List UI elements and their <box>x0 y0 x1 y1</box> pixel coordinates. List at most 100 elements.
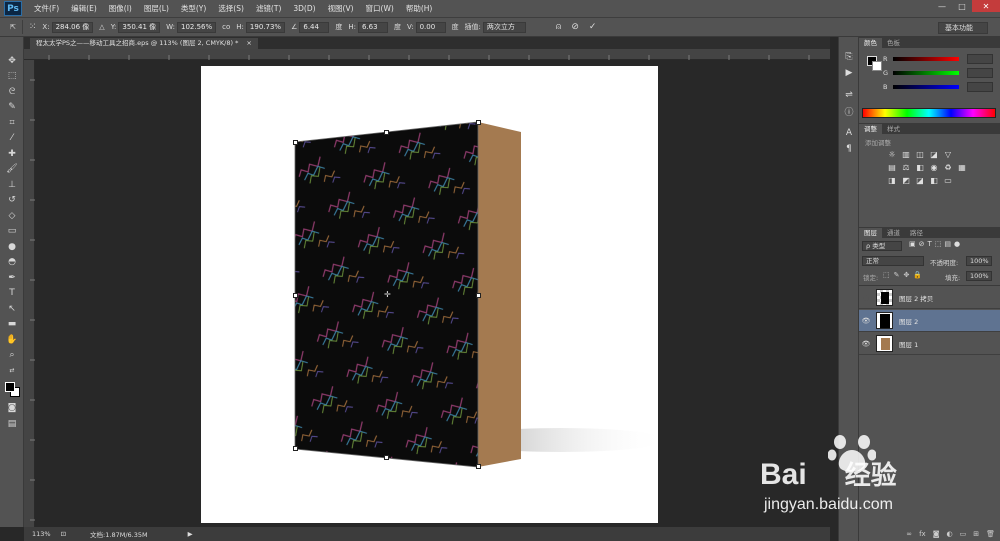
blue-value[interactable] <box>967 82 993 92</box>
transform-handle[interactable] <box>384 455 389 460</box>
red-slider-row[interactable]: R <box>859 52 1000 66</box>
link-label[interactable]: co <box>222 23 230 31</box>
red-value[interactable] <box>967 54 993 64</box>
brightness-icon[interactable]: ☼ <box>885 149 899 160</box>
relative-position-icon[interactable]: △ <box>99 23 104 31</box>
reference-point-icon[interactable]: ⁙ <box>29 22 37 32</box>
opacity-field[interactable]: 100% <box>966 256 992 266</box>
zoom-level[interactable]: 113% <box>32 530 51 538</box>
tab-adjustments[interactable]: 调整 <box>859 124 882 134</box>
color-lookup-icon[interactable]: ▦ <box>955 162 969 173</box>
foreground-color[interactable] <box>5 381 15 392</box>
menu-window[interactable]: 窗口(W) <box>360 3 400 14</box>
tab-styles[interactable]: 样式 <box>882 124 905 134</box>
x-field[interactable]: 284.06 像 <box>51 21 94 33</box>
green-slider[interactable] <box>893 71 959 75</box>
history-panel-icon[interactable]: ⎘ <box>839 49 859 65</box>
transform-handle[interactable] <box>476 464 481 469</box>
eye-icon[interactable]: 👁 <box>859 340 873 348</box>
height-field[interactable]: 190.73% <box>245 21 286 33</box>
red-slider[interactable] <box>893 57 959 61</box>
tab-paths[interactable]: 路径 <box>905 228 928 238</box>
levels-icon[interactable]: ▥ <box>899 149 913 160</box>
menu-select[interactable]: 选择(S) <box>212 3 250 14</box>
menu-image[interactable]: 图像(I) <box>103 3 138 14</box>
channel-mixer-icon[interactable]: ♻ <box>941 162 955 173</box>
status-menu-arrow-icon[interactable]: ▶ <box>188 530 193 538</box>
green-slider-row[interactable]: G <box>859 66 1000 80</box>
swap-colors-icon[interactable]: ⇄ <box>0 363 24 379</box>
quick-mask-icon[interactable]: ◙ <box>0 401 24 417</box>
menu-3d[interactable]: 3D(D) <box>287 4 321 13</box>
history-brush-tool-icon[interactable]: ↺ <box>0 193 24 209</box>
character-panel-icon[interactable]: A <box>839 125 859 141</box>
exposure-icon[interactable]: ◪ <box>927 149 941 160</box>
posterize-icon[interactable]: ◩ <box>899 175 913 186</box>
transform-handle[interactable] <box>384 130 389 135</box>
warp-mode-icon[interactable]: ⍝ <box>556 22 561 32</box>
actions-panel-icon[interactable]: ▶ <box>839 65 859 81</box>
type-tool-icon[interactable]: T <box>0 286 24 302</box>
tab-close-icon[interactable]: × <box>246 39 251 47</box>
info-panel-icon[interactable]: ⓘ <box>839 103 859 119</box>
link-layers-icon[interactable]: ∞ <box>906 530 912 538</box>
add-mask-icon[interactable]: ◙ <box>933 530 940 538</box>
layer-name[interactable]: 图层 2 <box>899 316 918 326</box>
layer-style-icon[interactable]: fx <box>919 530 926 538</box>
move-tool-icon[interactable]: ✥ <box>0 53 24 69</box>
blue-slider-row[interactable]: B <box>859 80 1000 94</box>
maximize-button[interactable]: □ <box>952 0 972 12</box>
layer-name[interactable]: 图层 1 <box>899 339 918 349</box>
properties-panel-icon[interactable]: ⇌ <box>839 87 859 103</box>
eye-icon[interactable]: 👁 <box>859 317 873 325</box>
transform-handle[interactable] <box>293 446 298 451</box>
dodge-tool-icon[interactable]: ◓ <box>0 255 24 271</box>
gradient-map-icon[interactable]: ▭ <box>941 175 955 186</box>
commit-transform-icon[interactable]: ✓ <box>589 22 597 32</box>
hand-tool-icon[interactable]: ✋ <box>0 332 24 348</box>
zoom-tool-icon[interactable]: ⌕ <box>0 348 24 364</box>
transform-handle[interactable] <box>293 293 298 298</box>
tab-color[interactable]: 颜色 <box>859 38 882 48</box>
black-white-icon[interactable]: ◧ <box>913 162 927 173</box>
gradient-tool-icon[interactable]: ▭ <box>0 224 24 240</box>
document-tab[interactable]: 程太太学PS之——移动工具之招商.eps @ 113% (图层 2, CMYK/… <box>30 38 258 49</box>
blur-tool-icon[interactable]: ● <box>0 239 24 255</box>
transform-handle[interactable] <box>476 293 481 298</box>
threshold-icon[interactable]: ◪ <box>913 175 927 186</box>
menu-layer[interactable]: 图层(L) <box>138 3 175 14</box>
blue-slider[interactable] <box>893 85 959 89</box>
eyedropper-tool-icon[interactable]: ⁄ <box>0 131 24 147</box>
transform-handle[interactable] <box>293 140 298 145</box>
paragraph-panel-icon[interactable]: ¶ <box>839 141 859 157</box>
menu-help[interactable]: 帮助(H) <box>400 3 439 14</box>
angle-field[interactable]: 6.44 <box>299 21 330 33</box>
hskew-field[interactable]: 6.63 <box>357 21 388 33</box>
quick-select-tool-icon[interactable]: ✎ <box>0 100 24 116</box>
layer-name[interactable]: 图层 2 拷贝 <box>899 293 933 303</box>
healing-tool-icon[interactable]: ✚ <box>0 146 24 162</box>
cancel-transform-icon[interactable]: ⊘ <box>571 22 579 32</box>
photo-filter-icon[interactable]: ◉ <box>927 162 941 173</box>
close-button[interactable]: ✕ <box>972 0 1000 12</box>
green-value[interactable] <box>967 68 993 78</box>
marquee-tool-icon[interactable]: ⬚ <box>0 69 24 85</box>
minimize-button[interactable]: — <box>932 0 952 12</box>
document-canvas[interactable]: ✛ <box>201 66 658 523</box>
spectrum-bar[interactable] <box>862 108 996 118</box>
stamp-tool-icon[interactable]: ⊥ <box>0 177 24 193</box>
width-field[interactable]: 102.56% <box>177 21 217 33</box>
shape-tool-icon[interactable]: ▬ <box>0 317 24 333</box>
vskew-field[interactable]: 0.00 <box>415 21 446 33</box>
menu-filter[interactable]: 滤镜(T) <box>250 3 287 14</box>
layer-row[interactable]: 👁 图层 2 <box>859 310 1000 332</box>
menu-edit[interactable]: 编辑(E) <box>65 3 103 14</box>
visibility-toggle[interactable]: ● <box>859 294 873 302</box>
selective-color-icon[interactable]: ◧ <box>927 175 941 186</box>
crop-tool-icon[interactable]: ⌗ <box>0 115 24 131</box>
lasso-tool-icon[interactable]: ᘓ <box>0 84 24 100</box>
fill-field[interactable]: 100% <box>966 271 992 281</box>
workspace-select[interactable]: 基本功能 <box>938 22 988 34</box>
layer-row[interactable]: 👁 图层 1 <box>859 333 1000 355</box>
filter-icons[interactable]: ▣⊘T⬚▤● <box>909 240 963 248</box>
